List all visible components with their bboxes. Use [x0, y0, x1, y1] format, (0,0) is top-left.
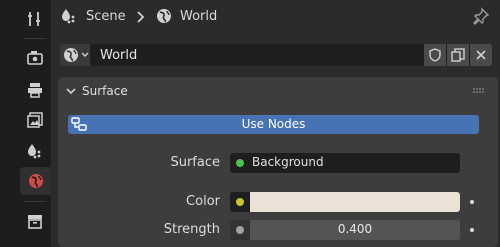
breadcrumb-world[interactable]: World — [180, 9, 217, 24]
surface-shader-selector[interactable]: Background — [230, 153, 460, 173]
tab-world[interactable] — [20, 167, 51, 195]
properties-tab-strip — [0, 0, 51, 247]
use-nodes-label: Use Nodes — [241, 117, 306, 131]
color-label: Color — [186, 194, 220, 209]
world-datablock-selector: World — [58, 43, 499, 67]
tab-tool[interactable] — [21, 5, 49, 33]
color-swatch[interactable] — [250, 192, 460, 212]
scene-icon — [60, 7, 78, 25]
strength-slider[interactable]: 0.400 — [230, 220, 460, 240]
surface-shader-value: Background — [252, 155, 324, 169]
shield-icon — [427, 47, 443, 63]
properties-header: Scene World — [51, 0, 500, 35]
duplicate-button[interactable] — [447, 44, 469, 66]
render-camera-icon — [26, 49, 44, 67]
world-name-value: World — [100, 48, 138, 63]
surface-label: Surface — [170, 155, 220, 170]
surface-panel-header[interactable]: Surface — [58, 77, 498, 105]
duplicate-icon — [450, 47, 466, 63]
tab-separator — [24, 201, 46, 202]
scene-icon — [26, 142, 44, 160]
tool-settings-icon — [26, 10, 44, 28]
panel-title: Surface — [82, 84, 128, 98]
chevron-down-icon — [66, 86, 76, 96]
keyframe-dot[interactable] — [470, 228, 474, 232]
drag-handle-icon[interactable] — [472, 87, 486, 95]
breadcrumb-scene[interactable]: Scene — [86, 9, 126, 24]
browse-world-button[interactable] — [60, 44, 90, 66]
tab-separator — [24, 38, 46, 39]
strength-value: 0.400 — [337, 222, 373, 236]
color-socket-field[interactable] — [230, 192, 460, 212]
close-icon — [473, 47, 489, 63]
tab-collection[interactable] — [21, 207, 49, 235]
use-nodes-button[interactable]: Use Nodes — [68, 115, 479, 134]
tab-render[interactable] — [21, 44, 49, 72]
surface-panel: Surface Use Nodes Surface Background Col… — [58, 77, 498, 247]
strength-label: Strength — [163, 222, 220, 237]
world-globe-icon — [27, 172, 45, 190]
pin-icon[interactable] — [472, 7, 490, 25]
tab-output[interactable] — [21, 76, 49, 104]
float-socket-dot — [236, 226, 244, 234]
tab-scene[interactable] — [21, 137, 49, 165]
unlink-button[interactable] — [470, 44, 492, 66]
tab-view-layer[interactable] — [21, 106, 49, 134]
shader-socket-dot — [236, 159, 244, 167]
keyframe-dot[interactable] — [470, 200, 474, 204]
world-icon — [62, 46, 80, 64]
world-name-field[interactable]: World — [90, 44, 481, 66]
collection-box-icon — [26, 212, 44, 230]
view-layer-image-icon — [26, 111, 44, 129]
chevron-down-icon — [81, 51, 89, 59]
world-icon — [155, 7, 173, 25]
chevron-right-icon — [135, 9, 147, 25]
color-socket-dot — [236, 198, 244, 206]
output-printer-icon — [26, 81, 44, 99]
fake-user-button[interactable] — [424, 44, 446, 66]
